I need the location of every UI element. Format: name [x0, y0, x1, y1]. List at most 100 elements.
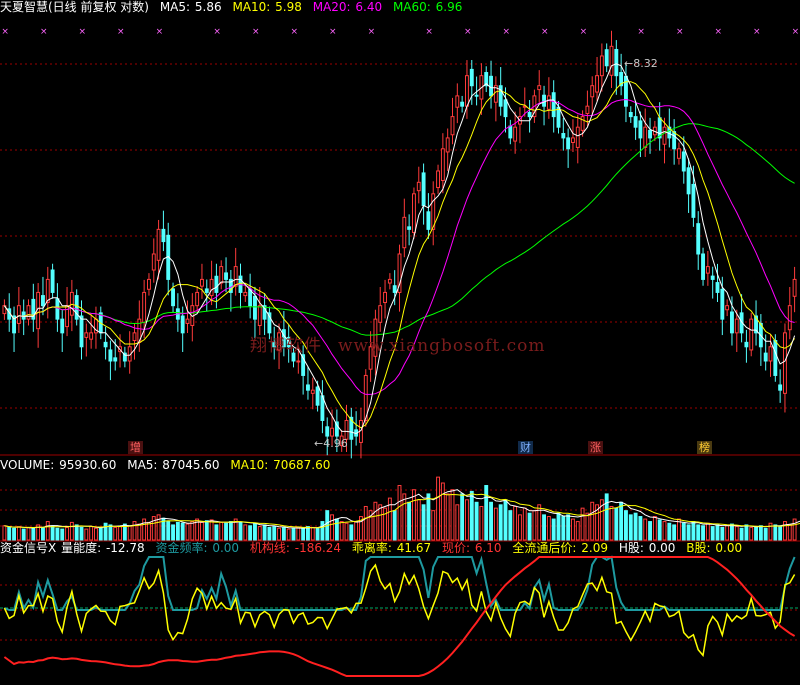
candle-body [195, 291, 200, 307]
candle-body [575, 126, 580, 148]
high-value: 8.32 [633, 57, 658, 70]
candle-body [103, 341, 108, 348]
volume-bar [633, 512, 638, 541]
volume-bar [518, 514, 522, 541]
signal-mark: × [425, 27, 433, 37]
signal-mark: × [329, 27, 337, 37]
event-marker-2[interactable]: 涨 [588, 441, 603, 454]
volume-bar [243, 524, 248, 541]
volume-bar [730, 523, 734, 541]
candle-body [498, 85, 503, 107]
candle-body [161, 228, 166, 243]
event-marker-1-label: 财 [520, 441, 531, 454]
candle-body [513, 126, 518, 142]
signal-mark: × [637, 27, 645, 37]
volume-bar [142, 518, 147, 541]
signal-mark: × [541, 27, 549, 37]
candle-body [387, 278, 392, 284]
signal-mark: × [464, 27, 472, 37]
volume-bar [758, 525, 763, 541]
candle-body [561, 133, 566, 139]
watermark: 翔博软件 www.xiangbosoft.com [250, 331, 562, 356]
event-marker-3[interactable]: 榜 [697, 441, 712, 454]
candle-body [628, 112, 633, 118]
candle-body [214, 275, 219, 293]
event-marker-0[interactable]: 增 [128, 441, 143, 454]
candle-body [171, 288, 175, 307]
candle-body [749, 318, 754, 351]
volume-bar [156, 514, 161, 541]
candle-body [402, 216, 407, 249]
candle-body [55, 298, 60, 320]
volume-bar [590, 501, 595, 541]
low-arrow-icon: ← [314, 437, 324, 450]
candle-body [537, 85, 542, 91]
watermark-url: www.xiangbosoft.com [338, 336, 546, 356]
volume-bar [503, 499, 508, 541]
candle-body [450, 116, 455, 136]
candle-body [89, 332, 94, 340]
candle-body [306, 384, 310, 391]
ma20-label: MA20: [312, 0, 351, 14]
volume-bar [628, 514, 633, 541]
volume-bar [281, 526, 286, 541]
candle-body [108, 349, 113, 362]
candle-body [768, 346, 773, 362]
candle-body [773, 340, 778, 376]
candle-body [412, 193, 416, 234]
volume-bar [291, 527, 296, 541]
volume-bar [238, 521, 243, 541]
volume-ma10-value: 70687.60 [273, 458, 331, 472]
volume-bar [773, 524, 778, 541]
volume-bar [667, 522, 672, 541]
volume-bar [127, 525, 132, 541]
signal-mark: × [503, 27, 511, 37]
candle-body [609, 45, 614, 76]
event-marker-1[interactable]: 财 [518, 441, 533, 454]
candle-body [142, 291, 147, 323]
candle-body [701, 253, 705, 280]
candle-body [445, 137, 450, 153]
volume-bar [185, 523, 190, 541]
candle-body [383, 291, 387, 304]
signal-mark: × [1, 27, 9, 37]
candle-body [60, 318, 65, 334]
candle-body [132, 332, 137, 342]
candle-body [200, 278, 204, 287]
volume-bar [60, 528, 65, 541]
candle-body [209, 278, 214, 297]
volume-bar [720, 526, 725, 541]
volume-bar [74, 524, 79, 541]
indicator-label-1: 资金频率: [155, 541, 208, 555]
volume-bar [84, 528, 89, 541]
volume-bar [31, 527, 36, 541]
watermark-name: 翔博软件 [250, 336, 322, 356]
volume-bar [267, 526, 272, 541]
candle-body [74, 295, 79, 320]
volume-bar [277, 527, 281, 541]
volume-bar [643, 518, 648, 541]
volume-bar [118, 526, 122, 541]
volume-bar [175, 521, 180, 541]
candle-body [590, 85, 595, 98]
volume-bar [330, 514, 334, 541]
signal-mark: × [117, 27, 125, 37]
volume-bar [498, 504, 503, 541]
volume-bar [132, 521, 137, 541]
volume-bar [16, 526, 21, 541]
volume-bar [436, 476, 440, 541]
fund-frequency-line [4, 555, 796, 611]
signal-mark: × [252, 27, 260, 37]
volume-bar [542, 514, 546, 541]
volume-bar [445, 493, 450, 541]
volume-bar [619, 501, 624, 541]
volume-bar [710, 526, 715, 541]
volume-bar [339, 521, 344, 541]
signal-mark: × [156, 27, 164, 37]
volume-bar [421, 504, 426, 541]
volume-panel-header: VOLUME: 95930.60 MA5: 87045.60 MA10: 706… [0, 458, 337, 472]
candle-body [503, 99, 508, 118]
volume-bar [474, 501, 479, 541]
volume-bar [455, 504, 460, 541]
volume-bar [113, 526, 118, 541]
